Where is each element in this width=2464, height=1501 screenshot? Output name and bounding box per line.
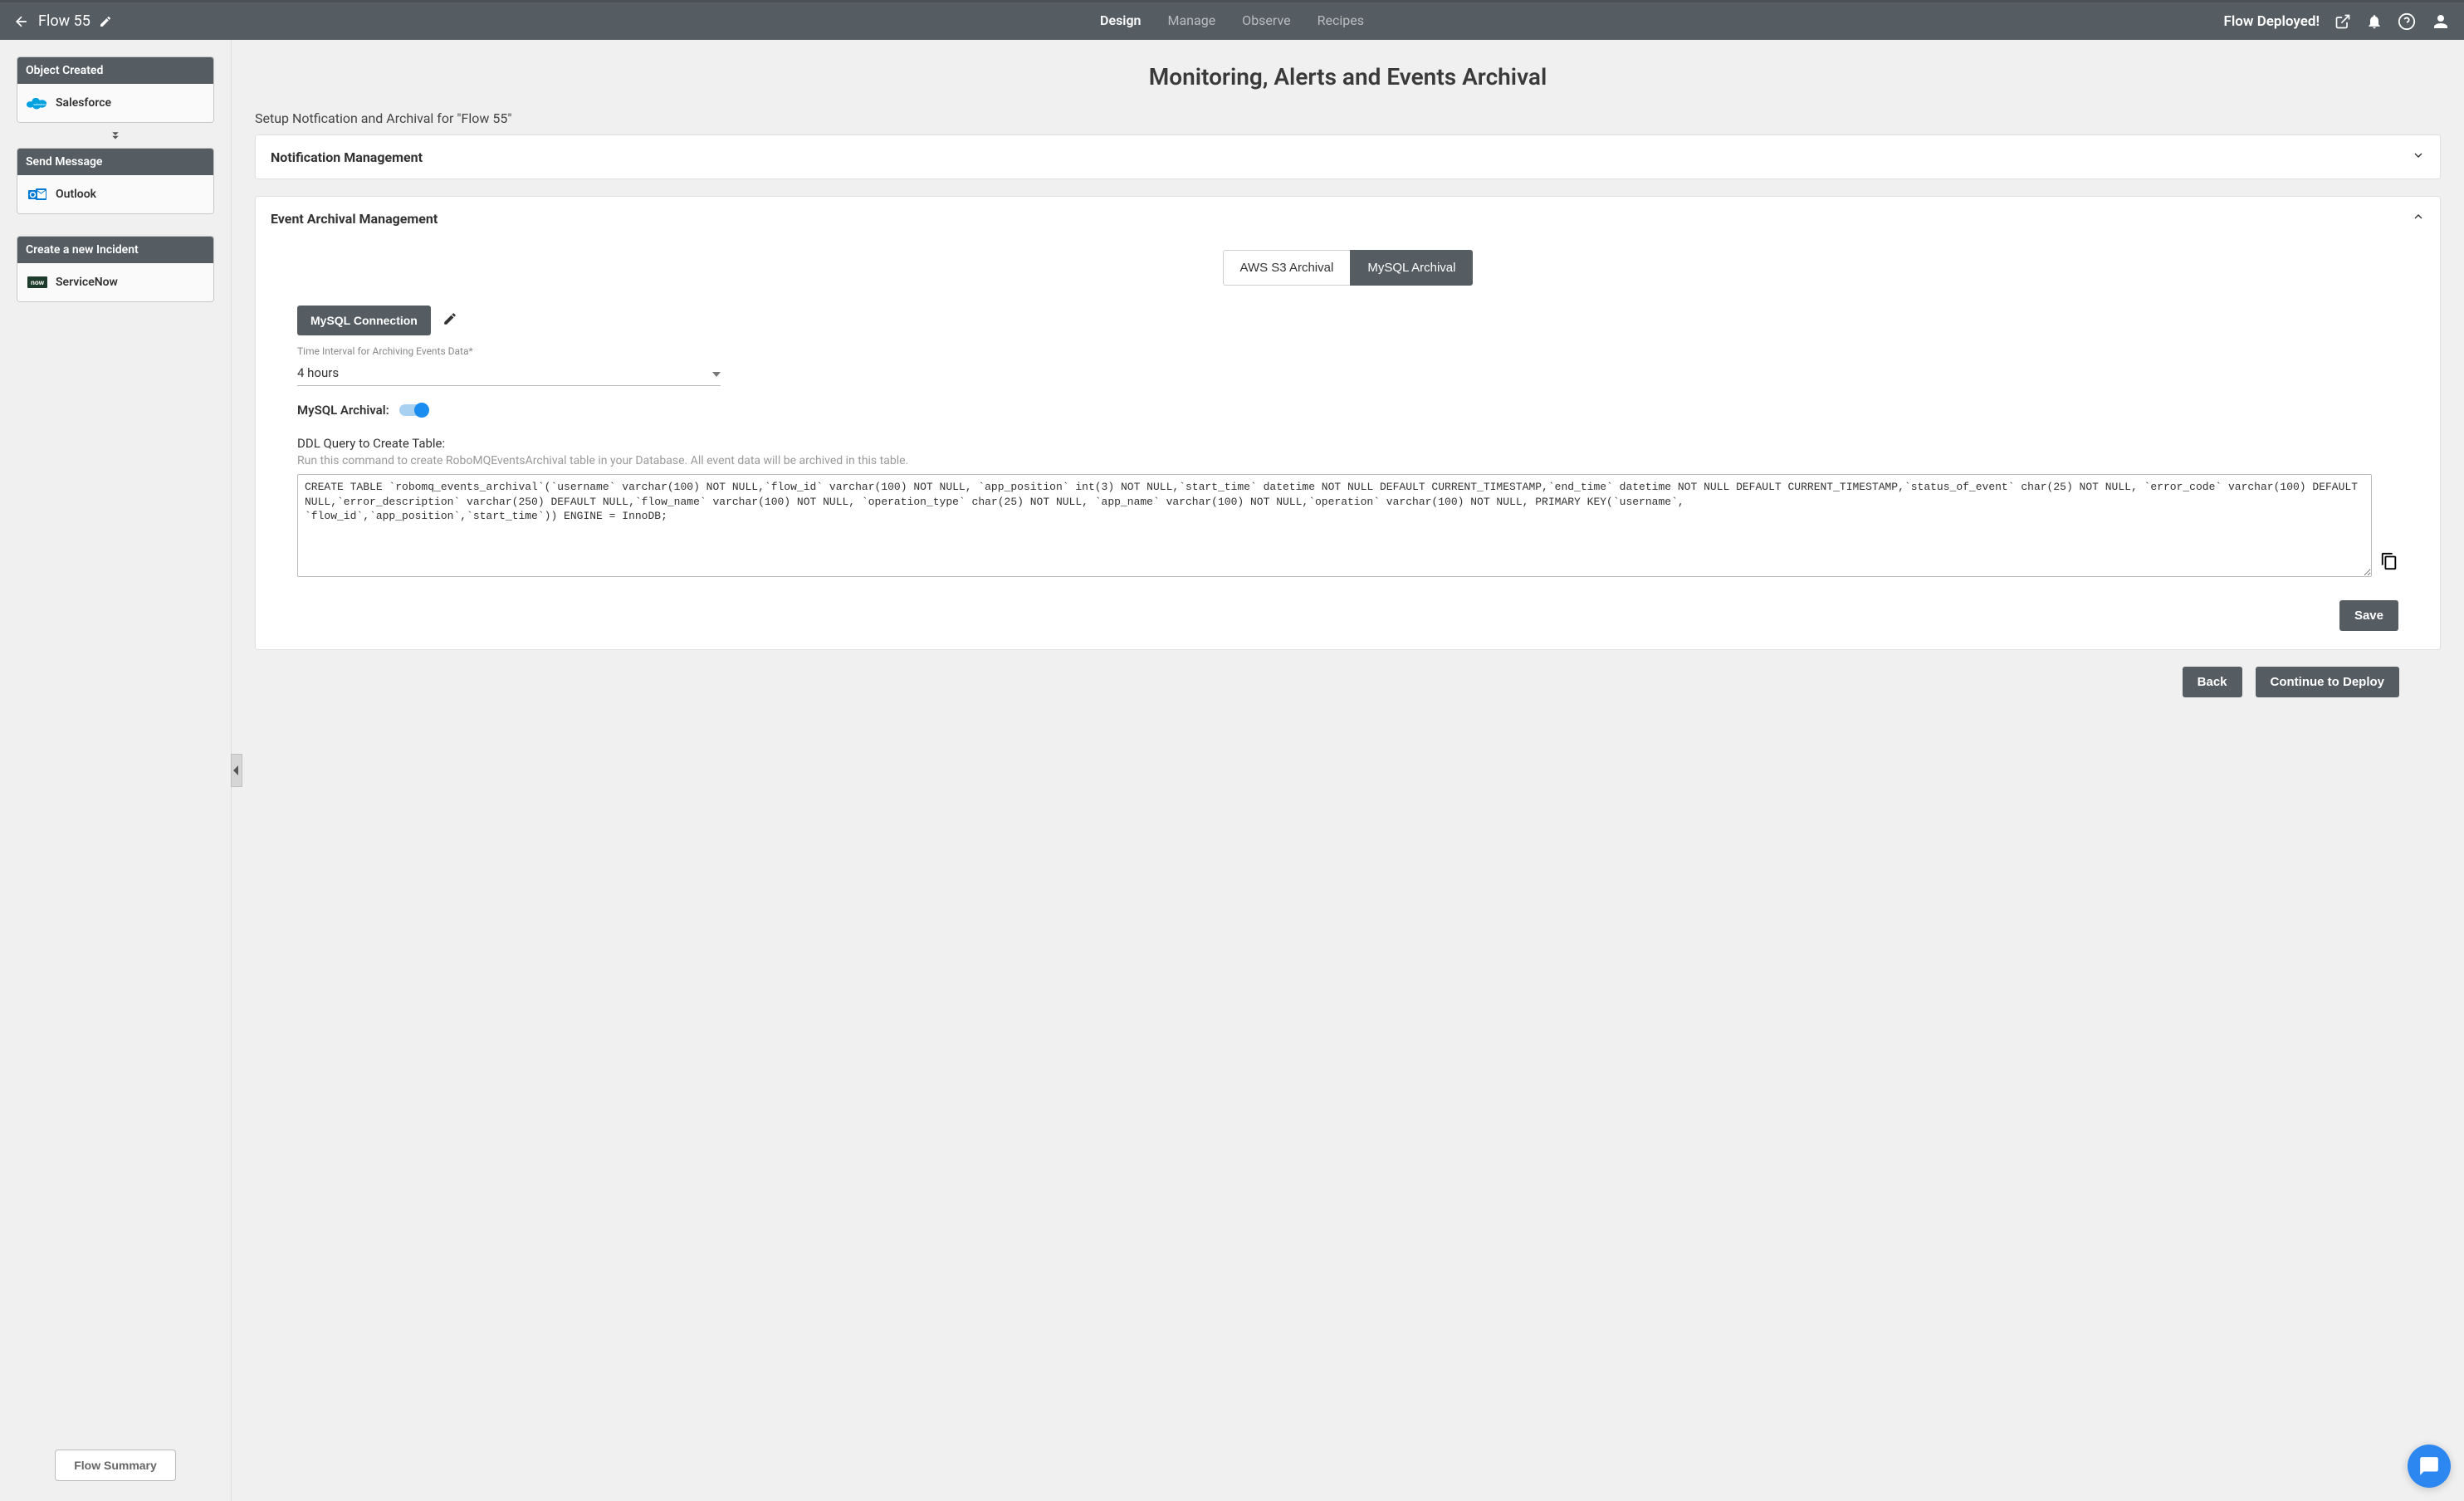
- archival-tabs: AWS S3 Archival MySQL Archival: [297, 250, 2398, 286]
- notification-panel-title: Notification Management: [271, 149, 423, 165]
- main-content: Monitoring, Alerts and Events Archival S…: [232, 40, 2464, 1501]
- flow-summary-button[interactable]: Flow Summary: [55, 1450, 176, 1481]
- interval-label: Time Interval for Archiving Events Data*: [297, 345, 2398, 357]
- interval-value: 4 hours: [297, 365, 339, 380]
- node-header: Object Created: [17, 57, 213, 84]
- tab-aws-s3-archival[interactable]: AWS S3 Archival: [1223, 250, 1351, 286]
- page-title: Monitoring, Alerts and Events Archival: [255, 63, 2441, 90]
- flow-sidebar: Object Created salesforce Salesforce Sen…: [0, 40, 232, 1501]
- chevron-down-icon: [2412, 149, 2425, 165]
- node-connector-icon: [17, 128, 214, 143]
- back-arrow-icon[interactable]: [13, 13, 30, 30]
- node-app-name: ServiceNow: [56, 276, 118, 289]
- mysql-archival-toggle[interactable]: [399, 404, 428, 416]
- notifications-bell-icon[interactable]: [2366, 13, 2383, 30]
- chat-widget-button[interactable]: [2408, 1445, 2451, 1488]
- deploy-status: Flow Deployed!: [2224, 13, 2320, 30]
- salesforce-logo-icon: salesforce: [26, 94, 49, 112]
- chevron-up-icon: [2412, 210, 2425, 227]
- svg-text:now: now: [31, 279, 45, 286]
- flow-node-object-created[interactable]: Object Created salesforce Salesforce: [17, 56, 214, 123]
- sidebar-collapse-handle[interactable]: [231, 754, 242, 787]
- ddl-hint: Run this command to create RoboMQEventsA…: [297, 454, 2398, 467]
- nav-recipes[interactable]: Recipes: [1316, 2, 1366, 40]
- archival-panel-title: Event Archival Management: [271, 211, 438, 227]
- user-avatar-icon[interactable]: [2431, 12, 2451, 32]
- continue-deploy-button[interactable]: Continue to Deploy: [2256, 667, 2400, 697]
- archival-panel-header[interactable]: Event Archival Management: [256, 197, 2440, 240]
- open-external-icon[interactable]: [2334, 13, 2351, 30]
- app-header: Flow 55 Design Manage Observe Recipes Fl…: [0, 0, 2464, 40]
- node-header: Send Message: [17, 149, 213, 175]
- edit-flow-name-icon[interactable]: [99, 15, 112, 28]
- outlook-logo-icon: [26, 185, 49, 203]
- interval-select[interactable]: 4 hours: [297, 360, 721, 386]
- node-header: Create a new Incident: [17, 237, 213, 263]
- node-app-name: Outlook: [56, 188, 96, 201]
- flow-title: Flow 55: [38, 12, 90, 30]
- nav-manage[interactable]: Manage: [1166, 2, 1217, 40]
- archival-panel: Event Archival Management AWS S3 Archiva…: [255, 196, 2441, 650]
- notification-panel: Notification Management: [255, 134, 2441, 179]
- mysql-archival-toggle-label: MySQL Archival:: [297, 403, 389, 418]
- page-subtitle: Setup Notfication and Archival for "Flow…: [255, 110, 2441, 126]
- flow-node-create-incident[interactable]: Create a new Incident now ServiceNow: [17, 236, 214, 302]
- copy-ddl-icon[interactable]: [2380, 552, 2398, 574]
- save-button[interactable]: Save: [2339, 600, 2398, 631]
- node-app-name: Salesforce: [56, 96, 111, 110]
- servicenow-logo-icon: now: [26, 273, 49, 291]
- dropdown-caret-icon: [712, 365, 721, 380]
- svg-text:salesforce: salesforce: [33, 103, 47, 106]
- help-icon[interactable]: [2398, 12, 2416, 31]
- nav-observe[interactable]: Observe: [1240, 2, 1292, 40]
- back-button[interactable]: Back: [2183, 667, 2242, 697]
- nav-design[interactable]: Design: [1098, 2, 1142, 40]
- flow-node-send-message[interactable]: Send Message Outlook: [17, 148, 214, 214]
- edit-connection-icon[interactable]: [442, 311, 457, 330]
- ddl-label: DDL Query to Create Table:: [297, 436, 2398, 451]
- notification-panel-header[interactable]: Notification Management: [256, 135, 2440, 178]
- ddl-query-textarea[interactable]: [297, 474, 2372, 577]
- header-nav: Design Manage Observe Recipes: [1098, 2, 1366, 40]
- mysql-connection-button[interactable]: MySQL Connection: [297, 306, 431, 335]
- tab-mysql-archival[interactable]: MySQL Archival: [1350, 250, 1473, 286]
